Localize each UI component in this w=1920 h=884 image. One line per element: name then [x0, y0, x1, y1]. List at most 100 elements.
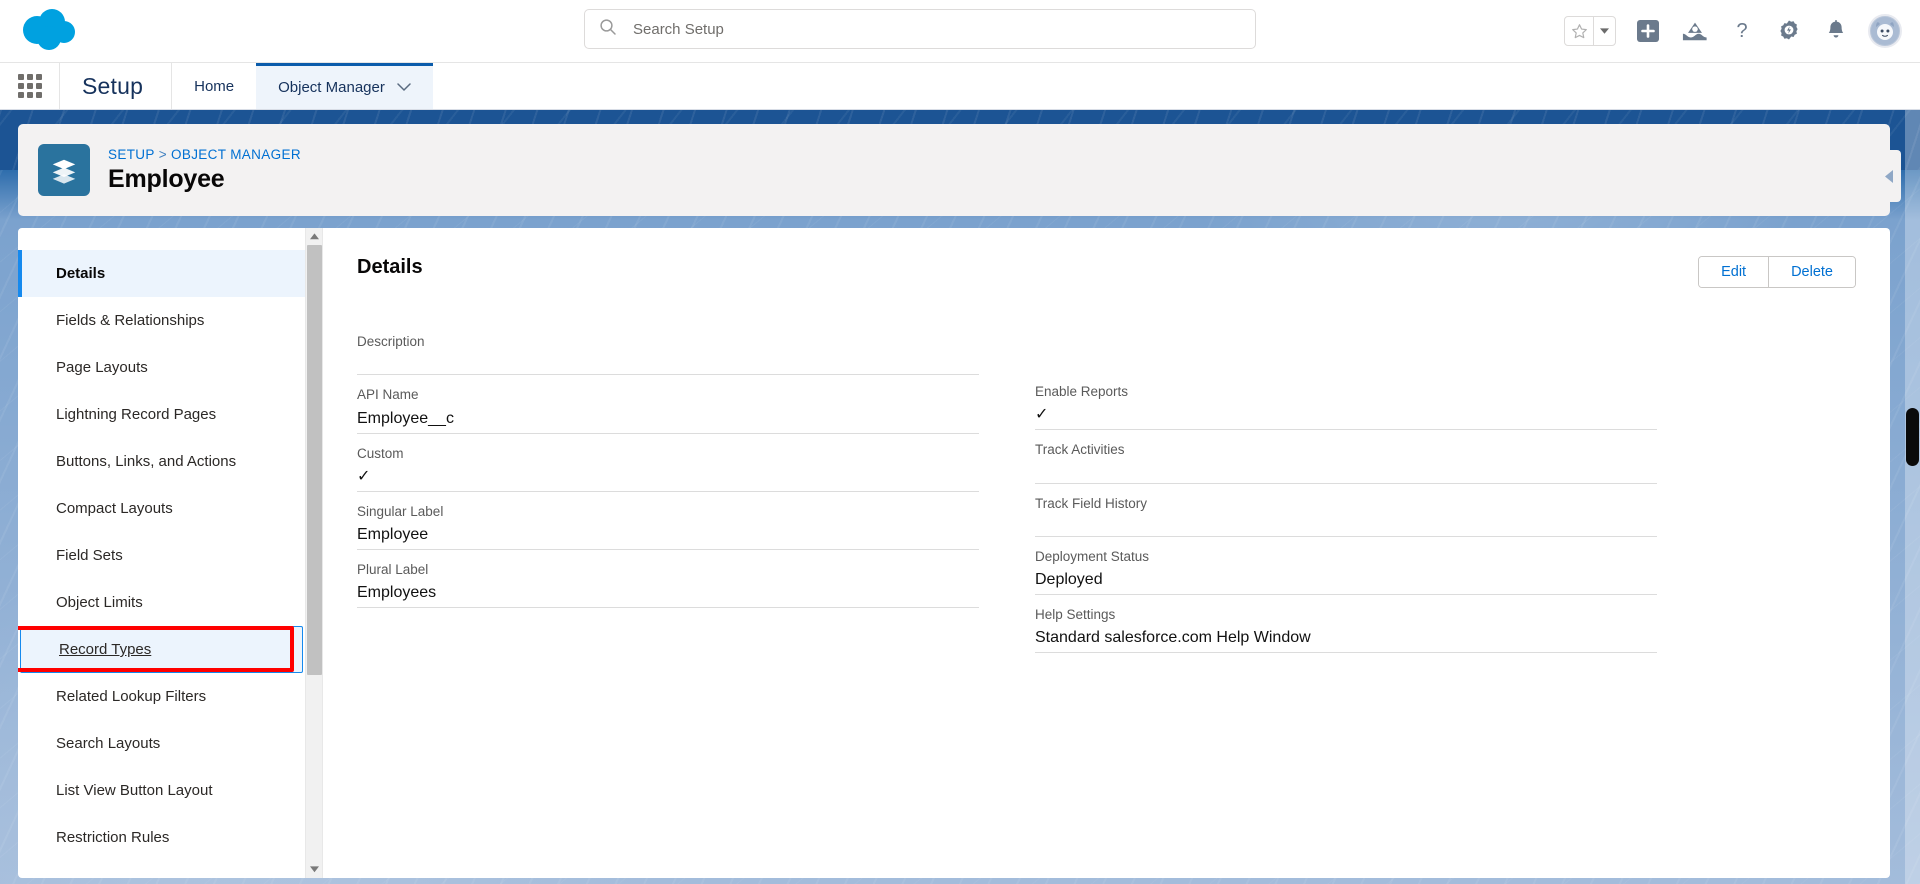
field-value: Employee__c [357, 406, 979, 434]
setup-tabs: Home Object Manager [172, 63, 433, 109]
field-label: Deployment Status [1035, 548, 1150, 564]
search-input[interactable]: Search Setup [584, 9, 1256, 49]
scroll-down-arrow-icon[interactable] [306, 861, 322, 878]
sidebar-item-label: Field Sets [56, 547, 123, 564]
search-placeholder-text: Search Setup [633, 20, 724, 38]
setup-title: Setup [60, 63, 173, 109]
sidebar-item-label: Lightning Record Pages [56, 406, 217, 423]
field-label: API Name [357, 387, 419, 403]
header-icon-group: ? [1564, 0, 1902, 62]
breadcrumb: SETUP > OBJECT MANAGER [108, 147, 301, 162]
sidebar-item-restriction-rules[interactable]: Restriction Rules [18, 814, 305, 861]
app-launcher-waffle-icon[interactable] [0, 63, 60, 109]
sidebar-item-label: Search Layouts [56, 735, 161, 752]
details-left-column: Description API Name Employee__c Custom … [357, 322, 979, 653]
tab-object-manager[interactable]: Object Manager [256, 63, 433, 109]
page-title: Employee [108, 164, 225, 193]
sidebar-item-label: Restriction Rules [56, 829, 170, 846]
field-value: Standard salesforce.com Help Window [1035, 625, 1657, 654]
sidebar-item-compact-layouts[interactable]: Compact Layouts [18, 485, 305, 532]
record-header-text: SETUP > OBJECT MANAGER Employee [108, 147, 301, 194]
salesforce-cloud-logo[interactable] [22, 6, 98, 56]
sidebar-item-search-layouts[interactable]: Search Layouts [18, 720, 305, 767]
trailhead-icon[interactable] [1680, 16, 1710, 46]
record-header-card: SETUP > OBJECT MANAGER Employee [18, 124, 1901, 216]
favorites-group[interactable] [1564, 16, 1616, 46]
sidebar-item-related-lookup-filters[interactable]: Related Lookup Filters [18, 673, 305, 720]
field-api-name: API Name Employee__c [357, 375, 979, 434]
scroll-up-arrow-icon[interactable] [306, 228, 322, 245]
sidebar-item-label: Fields & Relationships [56, 312, 205, 329]
details-header: Details Edit Delete [357, 256, 1856, 288]
field-value: Employee [357, 522, 979, 550]
tab-object-manager-label: Object Manager [278, 79, 385, 96]
sidebar-item-label: Page Layouts [56, 359, 148, 376]
breadcrumb-setup-link[interactable]: SETUP [108, 147, 155, 162]
sidebar-item-lightning-record-pages[interactable]: Lightning Record Pages [18, 391, 305, 438]
sidebar-scrollbar-thumb[interactable] [307, 245, 322, 675]
help-icon[interactable]: ? [1727, 16, 1757, 46]
sidebar-nav-list: Details Fields & Relationships Page Layo… [18, 228, 305, 878]
field-label: Plural Label [357, 562, 429, 577]
breadcrumb-separator: > [158, 146, 167, 162]
field-singular-label: Singular Label Employee [357, 492, 979, 550]
collapse-left-arrow-icon[interactable] [1879, 150, 1901, 202]
sidebar-item-buttons-links-actions[interactable]: Buttons, Links, and Actions [18, 438, 305, 485]
setup-gear-icon[interactable] [1774, 16, 1804, 46]
page-scrollbar-thumb[interactable] [1906, 408, 1919, 466]
field-value: Employees [357, 580, 979, 609]
tab-home[interactable]: Home [172, 63, 256, 109]
details-field-grid: Description API Name Employee__c Custom … [357, 322, 1856, 654]
field-label: Description [357, 334, 425, 349]
delete-button[interactable]: Delete [1768, 257, 1855, 287]
sidebar-item-object-limits[interactable]: Object Limits [18, 579, 305, 626]
chevron-down-icon[interactable] [397, 79, 411, 96]
sidebar-item-label: Record Types [59, 641, 152, 658]
page-scrollbar-track[interactable] [1905, 110, 1920, 884]
favorites-star-icon[interactable] [1565, 17, 1593, 45]
edit-button[interactable]: Edit [1699, 257, 1769, 287]
field-label: Help Settings [1035, 607, 1116, 622]
favorites-dropdown-icon[interactable] [1593, 17, 1615, 45]
svg-text:?: ? [1736, 20, 1747, 42]
global-search[interactable]: Search Setup [584, 9, 1256, 49]
field-enable-reports: Enable Reports ✓ [1035, 372, 1657, 431]
field-value-checkmark: ✓ [357, 464, 979, 492]
details-right-column: Enable Reports ✓ Track Activities Track … [1035, 322, 1657, 654]
sidebar-item-record-types[interactable]: Record Types [20, 626, 303, 673]
details-panel: Details Edit Delete Description API Name… [322, 228, 1890, 878]
field-value [357, 352, 979, 376]
field-plural-label: Plural Label Employees [357, 550, 979, 609]
sidebar-item-label: Compact Layouts [56, 500, 173, 517]
field-value-checkmark: ✓ [1035, 402, 1657, 431]
field-label: Custom [357, 445, 404, 461]
sidebar-item-label: List View Button Layout [56, 782, 213, 799]
sidebar-item-label: Object Limits [56, 594, 143, 611]
field-description: Description [357, 322, 979, 376]
notifications-bell-icon[interactable] [1821, 16, 1851, 46]
sidebar-item-field-sets[interactable]: Field Sets [18, 532, 305, 579]
sidebar-item-page-layouts[interactable]: Page Layouts [18, 344, 305, 391]
field-custom: Custom ✓ [357, 434, 979, 492]
global-header: Search Setup ? [0, 0, 1920, 62]
field-track-activities: Track Activities [1035, 430, 1657, 484]
field-deployment-status: Deployment Status Deployed [1035, 537, 1657, 595]
sidebar-scrollbar[interactable] [305, 228, 322, 878]
page-canvas: SETUP > OBJECT MANAGER Employee Details Fi… [0, 110, 1920, 884]
user-avatar[interactable] [1868, 14, 1902, 48]
field-track-field-history: Track Field History [1035, 484, 1657, 537]
object-sidebar: Details Fields & Relationships Page Layo… [18, 228, 322, 878]
details-title: Details [357, 256, 423, 278]
field-help-settings: Help Settings Standard salesforce.com He… [1035, 595, 1657, 654]
field-label: Track Activities [1035, 442, 1125, 458]
search-icon [599, 18, 617, 41]
sidebar-item-details[interactable]: Details [18, 250, 305, 297]
record-action-button-group: Edit Delete [1698, 256, 1856, 288]
breadcrumb-object-manager-link[interactable]: OBJECT MANAGER [171, 147, 301, 162]
sidebar-item-fields-relationships[interactable]: Fields & Relationships [18, 297, 305, 344]
custom-object-stack-icon [38, 144, 90, 196]
field-label: Track Field History [1035, 495, 1148, 511]
field-value [1035, 461, 1657, 484]
global-actions-plus-icon[interactable] [1633, 16, 1663, 46]
sidebar-item-list-view-button-layout[interactable]: List View Button Layout [18, 767, 305, 814]
